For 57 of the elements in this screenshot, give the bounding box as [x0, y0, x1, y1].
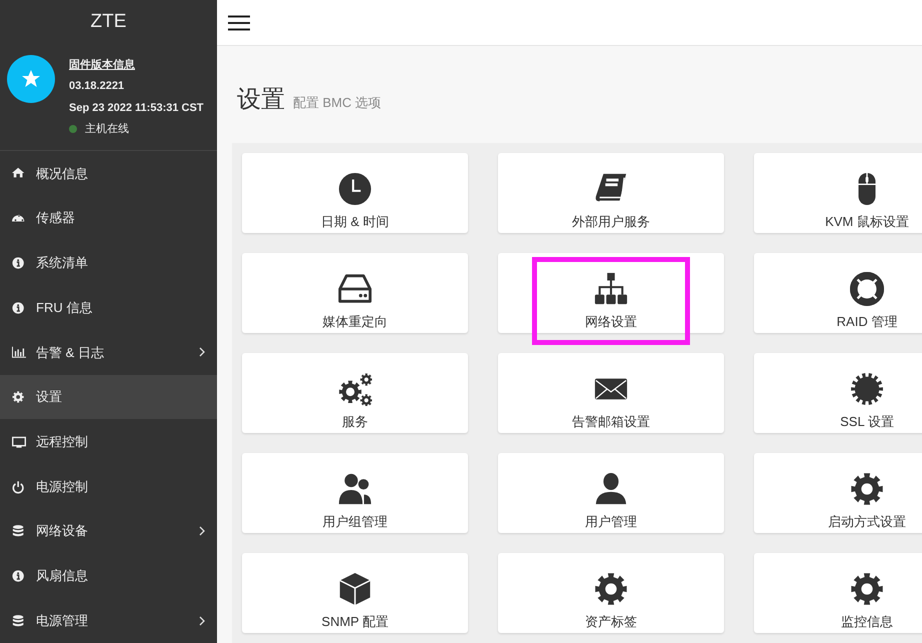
sidebar-item[interactable]: 告警 & 日志 [0, 330, 217, 375]
monitor-icon [12, 434, 26, 449]
sidebar-item[interactable]: 设置 [0, 374, 217, 420]
settings-tile[interactable]: 服务 [242, 353, 468, 433]
settings-tile[interactable]: SSL 设置 [754, 353, 922, 433]
power-icon [12, 480, 26, 494]
users-icon [338, 472, 372, 506]
settings-tile[interactable]: 用户组管理 [242, 453, 468, 533]
settings-tile[interactable]: 用户管理 [498, 453, 724, 533]
settings-tile[interactable]: 告警邮箱设置 [498, 353, 724, 433]
page-subtitle: 配置 BMC 选项 [293, 94, 382, 112]
hard-drive-icon [338, 272, 372, 306]
home-icon [12, 166, 26, 180]
firmware-info-link[interactable]: 固件版本信息 [69, 56, 204, 74]
gear-icon [594, 572, 628, 606]
settings-tile[interactable]: 外部用户服务 [498, 153, 724, 233]
sidebar-item[interactable]: 电源控制 [0, 464, 217, 509]
seal-icon [850, 372, 884, 406]
settings-tile[interactable]: RAID 管理 [754, 253, 922, 333]
bar-chart-icon [12, 345, 26, 360]
host-status: 主机在线 [85, 122, 129, 138]
settings-tile[interactable]: KVM 鼠标设置 [754, 153, 922, 233]
info-icon [12, 256, 26, 270]
settings-tile[interactable]: 媒体重定向 [242, 253, 468, 333]
cube-icon [338, 572, 372, 606]
page-title: 设置 [237, 85, 285, 115]
sidebar-item[interactable]: 概况信息 [0, 151, 217, 196]
info-icon [12, 568, 26, 583]
user-icon [594, 472, 628, 506]
gears-icon [338, 372, 372, 406]
settings-tile[interactable]: 资产标签 [498, 553, 724, 633]
settings-tile[interactable]: 启动方式设置 [754, 453, 922, 533]
settings-tile[interactable]: 日期 & 时间 [242, 153, 468, 233]
sidebar-item[interactable]: 系统清单 [0, 240, 217, 286]
clock-icon [338, 172, 372, 206]
build-time: Sep 23 2022 11:53:31 CST [69, 100, 204, 116]
firmware-version: 03.18.2221 [69, 79, 126, 94]
gear-icon [850, 472, 884, 506]
database-icon [12, 614, 26, 628]
lifebuoy-icon [850, 272, 884, 306]
settings-tile[interactable]: SNMP 配置 [242, 553, 468, 633]
settings-tile[interactable]: 网络设置 [498, 253, 724, 333]
sidebar-item[interactable]: 传感器 [0, 196, 217, 241]
settings-tile[interactable]: 监控信息 [754, 553, 922, 633]
sidebar-item[interactable]: 电源管理 [0, 598, 217, 643]
database-icon [12, 524, 26, 538]
sidebar-item[interactable]: FRU 信息 [0, 285, 217, 330]
gear-icon [850, 572, 884, 606]
gear-icon [12, 390, 26, 404]
network-icon [594, 272, 628, 306]
info-icon [12, 300, 26, 315]
star-icon [21, 68, 41, 89]
sidebar-item[interactable]: 远程控制 [0, 419, 217, 464]
menu-icon[interactable] [228, 14, 250, 30]
sidebar-item[interactable]: 网络设备 [0, 508, 217, 554]
brand-name: ZTE [90, 10, 128, 34]
sidebar-item[interactable]: 风扇信息 [0, 554, 217, 598]
